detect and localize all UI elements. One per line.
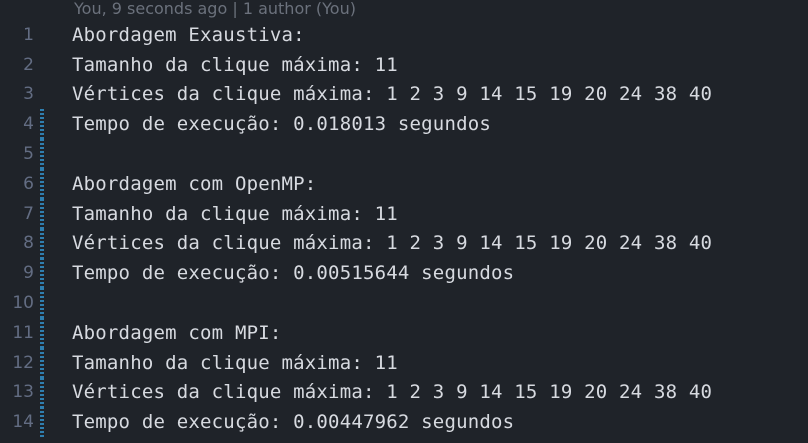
git-blame-codelens[interactable]: You, 9 seconds ago | 1 author (You) [74,0,356,20]
git-gutter-indicator [40,317,44,348]
line-number: 2 [23,54,34,75]
line-number: 5 [23,144,34,165]
editor-line[interactable]: 1 Abordagem Exaustiva: [0,20,808,50]
line-number: 12 [12,352,34,373]
line-text: Tempo de execução: 0.018013 segundos [72,113,492,136]
git-gutter-indicator [40,20,44,50]
editor-line[interactable]: 11 Abordagem com MPI: [0,317,808,348]
line-text: Tamanho da clique máxima: 11 [72,53,398,76]
line-text: Abordagem com OpenMP: [72,172,317,195]
line-number: 9 [23,263,34,284]
git-gutter-indicator [40,407,44,438]
line-number: 3 [23,84,34,105]
line-number: 6 [23,173,34,194]
line-number: 4 [23,114,34,135]
line-number: 1 [23,24,34,45]
code-editor[interactable]: You, 9 seconds ago | 1 author (You) 1 Ab… [0,0,808,443]
line-text: Tamanho da clique máxima: 11 [72,351,398,374]
editor-lines: 1 Abordagem Exaustiva: 2 Tamanho da cliq… [0,20,808,438]
editor-line[interactable]: 8 Vértices da clique máxima: 1 2 3 9 14 … [0,228,808,259]
line-number: 13 [12,382,34,403]
line-number: 14 [12,412,34,433]
line-text: Tamanho da clique máxima: 11 [72,202,398,225]
editor-line[interactable]: 13 Vértices da clique máxima: 1 2 3 9 14… [0,377,808,408]
line-text: Vértices da clique máxima: 1 2 3 9 14 15… [72,232,713,255]
editor-line[interactable]: 3 Vértices da clique máxima: 1 2 3 9 14 … [0,80,808,110]
editor-line[interactable]: 4 Tempo de execução: 0.018013 segundos [0,109,808,140]
git-gutter-indicator [40,258,44,289]
git-gutter-indicator [40,198,44,229]
git-gutter-indicator [40,377,44,408]
git-gutter-indicator [40,50,44,80]
editor-line[interactable]: 5 [0,139,808,169]
line-text: Tempo de execução: 0.00447962 segundos [72,411,515,434]
editor-line[interactable]: 12 Tamanho da clique máxima: 11 [0,347,808,378]
line-text: Vértices da clique máxima: 1 2 3 9 14 15… [72,83,713,106]
git-gutter-indicator [40,80,44,110]
git-gutter-indicator [40,288,44,318]
line-text: Abordagem com MPI: [72,321,282,344]
git-gutter-indicator [40,347,44,378]
editor-line[interactable]: 2 Tamanho da clique máxima: 11 [0,50,808,80]
editor-line[interactable]: 10 [0,288,808,318]
editor-line[interactable]: 6 Abordagem com OpenMP: [0,168,808,199]
git-gutter-indicator [40,139,44,169]
line-number: 7 [23,203,34,224]
editor-line[interactable]: 7 Tamanho da clique máxima: 11 [0,198,808,229]
line-text: Tempo de execução: 0.00515644 segundos [72,262,515,285]
git-gutter-indicator [40,109,44,140]
editor-line[interactable]: 14 Tempo de execução: 0.00447962 segundo… [0,407,808,438]
git-gutter-indicator [40,228,44,259]
line-number: 8 [23,233,34,254]
line-text: Abordagem Exaustiva: [72,23,305,46]
git-gutter-indicator [40,168,44,199]
line-text: Vértices da clique máxima: 1 2 3 9 14 15… [72,381,713,404]
line-number: 11 [12,322,34,343]
editor-line[interactable]: 9 Tempo de execução: 0.00515644 segundos [0,258,808,289]
line-number: 10 [12,293,34,314]
